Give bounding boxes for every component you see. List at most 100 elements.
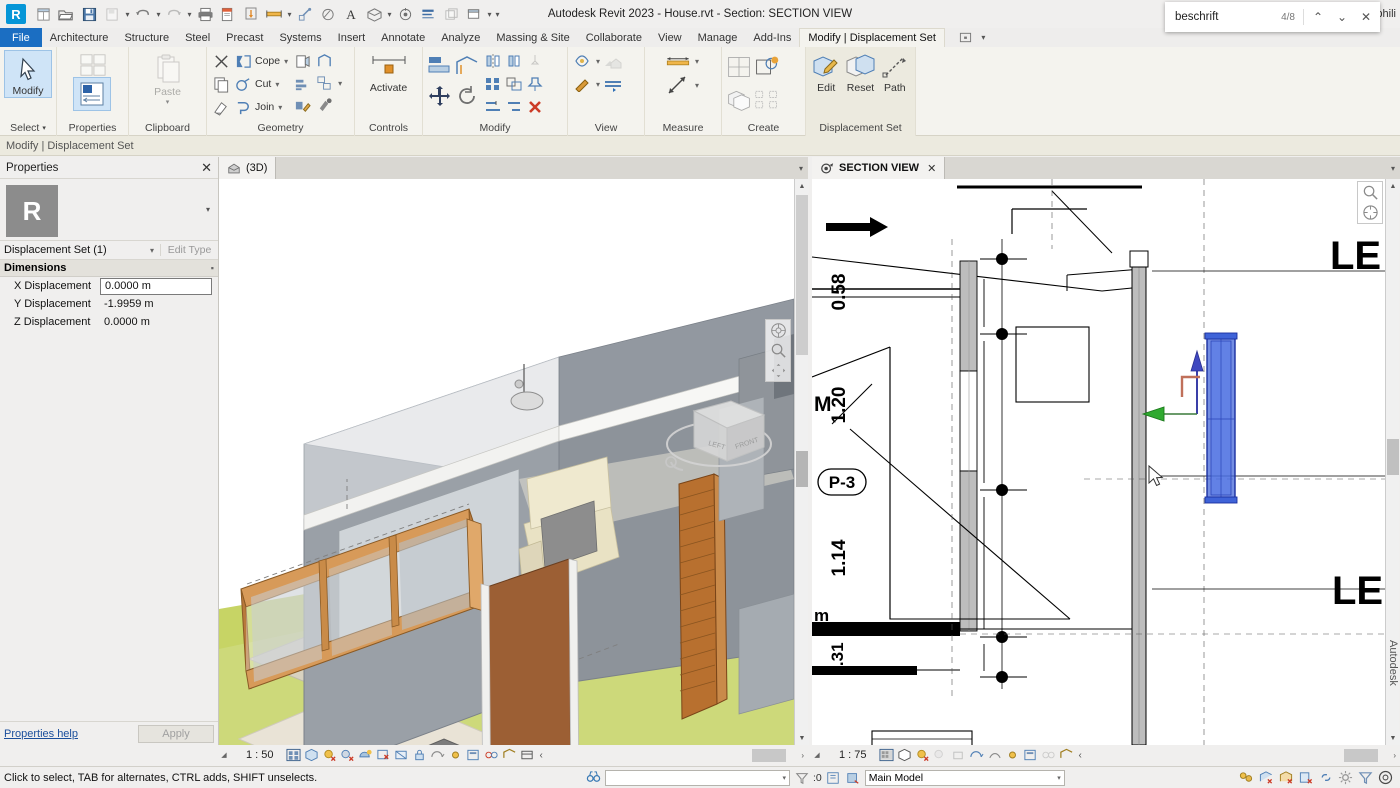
model-3d-canvas[interactable]: LEFT FRONT <box>219 179 794 745</box>
view-tab-bar-section[interactable]: SECTION VIEW ✕ ▾ <box>812 157 1400 179</box>
tab-structure[interactable]: Structure <box>116 28 177 47</box>
view-tab-section-overflow-icon[interactable]: ▾ <box>1386 157 1400 179</box>
exclude-design-option-icon[interactable] <box>1257 769 1274 786</box>
tag-icon[interactable] <box>294 3 316 25</box>
sheet-composition-icon-3d[interactable] <box>519 747 536 764</box>
scroll-down-arrow-section[interactable]: ▼ <box>1386 731 1400 745</box>
view-control-bar-section[interactable]: ◢ 1 : 75 ‹ › <box>812 745 1400 765</box>
print-preview-icon[interactable] <box>217 3 239 25</box>
linework-icon[interactable] <box>572 74 592 94</box>
navigation-bar-section[interactable] <box>1357 181 1383 224</box>
detail-level-icon-section[interactable] <box>878 747 895 764</box>
temporary-view-properties-icon-section[interactable] <box>1022 747 1039 764</box>
hscroll-thumb-section[interactable] <box>1344 748 1379 762</box>
workset-chevron-icon[interactable]: ▾ <box>1057 774 1061 782</box>
properties-group-collapse-icon[interactable]: ▪ <box>211 263 214 273</box>
hscroll-thumb-3d[interactable] <box>752 748 787 762</box>
view-tab-section-close-button[interactable]: ✕ <box>927 162 936 175</box>
filter-icon[interactable] <box>1357 769 1374 786</box>
property-row-z-displacement[interactable]: Z Displacement 0.0000 m <box>0 313 218 331</box>
view-tab-3d[interactable]: (3D) <box>219 157 277 179</box>
cut-profile-icon[interactable] <box>211 51 231 71</box>
property-row-y-displacement[interactable]: Y Displacement -1.9959 m <box>0 295 218 313</box>
scale-icon[interactable] <box>504 74 524 94</box>
analytical-model-icon-3d[interactable] <box>483 747 500 764</box>
help-icon[interactable] <box>1377 769 1394 786</box>
dimension-dropdown-icon[interactable]: ▾ <box>286 10 293 19</box>
measure-along-element-icon[interactable] <box>665 72 691 98</box>
find-query-text[interactable]: beschrift <box>1175 11 1281 23</box>
tab-precast[interactable]: Precast <box>218 28 271 47</box>
navigation-bar-3d[interactable] <box>765 319 791 382</box>
demolish-icon[interactable] <box>314 95 334 115</box>
steering-wheel-icon[interactable] <box>770 322 787 339</box>
save-as-icon[interactable] <box>101 3 123 25</box>
tab-analyze[interactable]: Analyze <box>433 28 488 47</box>
crop-view-icon-3d[interactable] <box>375 747 392 764</box>
selection-filter-combo[interactable]: ▾ <box>605 769 790 786</box>
measure-icon[interactable] <box>240 3 262 25</box>
view-visibility-dropdown-icon[interactable]: ▾ <box>594 57 602 66</box>
align-icon[interactable] <box>427 53 453 79</box>
editable-only-icon[interactable] <box>1297 769 1314 786</box>
find-close-button[interactable]: ✕ <box>1354 5 1378 29</box>
tab-insert[interactable]: Insert <box>330 28 374 47</box>
reveal-hidden-elements-icon-3d[interactable] <box>447 747 464 764</box>
temporary-hide-isolate-icon-3d[interactable] <box>429 747 446 764</box>
tab-view[interactable]: View <box>650 28 690 47</box>
join-label[interactable]: Join <box>255 101 274 113</box>
find-next-button[interactable]: ⌄ <box>1330 5 1354 29</box>
open-folder-icon[interactable] <box>55 3 77 25</box>
reset-displacement-button[interactable]: Reset <box>842 50 878 94</box>
section-icon[interactable] <box>394 3 416 25</box>
scroll-thumb-section[interactable] <box>1387 439 1399 475</box>
align-right-icon[interactable] <box>504 97 524 117</box>
viewport-3d[interactable]: LEFT FRONT <box>219 179 794 745</box>
full-navigation-wheel-icon[interactable] <box>1362 204 1379 221</box>
ribbon-options-dropdown-icon[interactable]: ▾ <box>980 33 987 42</box>
tab-modify-displacement-set[interactable]: Modify | Displacement Set <box>799 28 945 47</box>
scroll-down-arrow-3d[interactable]: ▼ <box>795 731 809 745</box>
lock-3d-view-icon[interactable] <box>411 747 428 764</box>
design-options-icon[interactable] <box>1237 769 1254 786</box>
section-drawing-canvas[interactable]: M m P-3 LE LE <box>812 179 1385 745</box>
split-element-icon[interactable] <box>314 73 334 93</box>
paste-button[interactable]: Paste ▾ <box>142 50 194 106</box>
type-selector-chevron-icon[interactable]: ▾ <box>206 205 210 214</box>
analytical-model-icon-section[interactable] <box>1040 747 1057 764</box>
z-displacement-value[interactable]: 0.0000 m <box>100 314 212 331</box>
sun-path-icon-3d[interactable] <box>321 747 338 764</box>
find-bar[interactable]: beschrift 4/8 ⌃ ⌄ ✕ <box>1165 2 1380 32</box>
type-properties-icon[interactable] <box>79 52 106 78</box>
text-icon[interactable]: A <box>340 3 362 25</box>
measure-between-references-icon[interactable] <box>665 48 691 74</box>
view-tab-section[interactable]: SECTION VIEW ✕ <box>812 157 946 179</box>
constraints-icon-section[interactable] <box>1058 747 1075 764</box>
tab-manage[interactable]: Manage <box>690 28 746 47</box>
view-control-bar-3d[interactable]: ◢ 1 : 50 ‹ › <box>219 745 808 765</box>
selection-link-icon[interactable] <box>1317 769 1334 786</box>
type-selector-row[interactable]: Displacement Set (1) ▾ Edit Type <box>0 241 218 260</box>
switch-windows-icon[interactable] <box>463 3 485 25</box>
visual-style-icon-3d[interactable] <box>303 747 320 764</box>
view-3d-resize-grip[interactable]: ◢ <box>219 751 229 759</box>
activate-button[interactable]: Activate <box>359 50 418 94</box>
view-control-expand-section[interactable]: ‹ <box>1076 750 1082 761</box>
selection-list-icon[interactable] <box>825 769 842 786</box>
edit-displacement-button[interactable]: Edit <box>810 50 842 94</box>
mirror-draw-axis-icon[interactable] <box>504 51 524 71</box>
rendering-dialog-icon-3d[interactable] <box>357 747 374 764</box>
scroll-thumb-3d[interactable] <box>796 195 808 355</box>
view-section-resize-grip[interactable]: ◢ <box>812 751 822 759</box>
undo-dropdown-icon[interactable]: ▾ <box>155 10 162 19</box>
zoom-region-icon-section[interactable] <box>1362 184 1379 201</box>
workset-combo[interactable]: Main Model ▾ <box>864 769 1065 786</box>
view-tab-bar-3d[interactable]: (3D) ▾ <box>219 157 808 179</box>
linework-dropdown-icon[interactable]: ▾ <box>594 80 602 89</box>
match-type-icon[interactable] <box>211 97 231 117</box>
demolish-settings-icon[interactable] <box>292 74 312 94</box>
cope-dropdown-icon[interactable]: ▾ <box>282 57 290 66</box>
unpin-icon[interactable] <box>525 51 545 71</box>
create-similar-icon[interactable] <box>726 54 752 80</box>
viewport-3d-vscrollbar[interactable]: ▲ ▼ <box>794 179 809 745</box>
